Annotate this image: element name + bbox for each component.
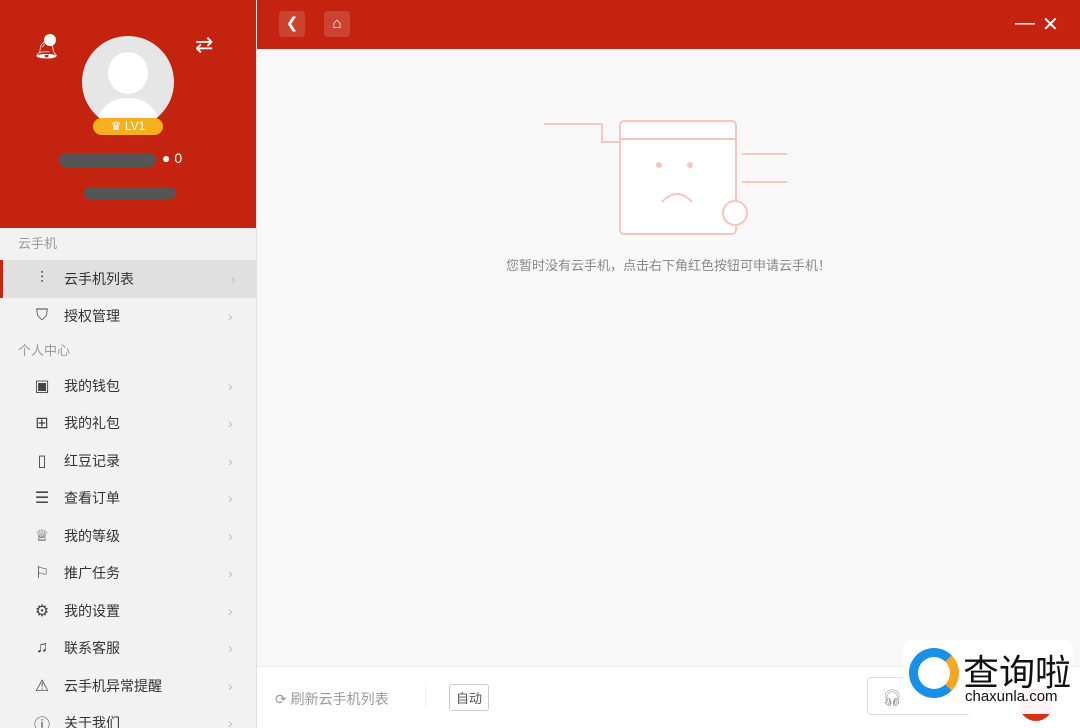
flag-icon: ⚐ <box>34 565 50 583</box>
section-personal-center: 个人中心 <box>18 343 71 358</box>
empty-illustration <box>544 120 787 235</box>
sidebar-item-label: 云手机列表 <box>64 270 134 287</box>
sidebar-item[interactable]: ⊞ 我的礼包 › <box>0 405 256 443</box>
sidebar-item[interactable]: ⫶ 云手机列表 › <box>0 260 256 298</box>
sidebar-item[interactable]: ▣ 我的钱包 › <box>0 367 256 405</box>
sidebar-item[interactable]: ▯ 红豆记录 › <box>0 442 256 480</box>
sidebar-item-label: 查看订单 <box>64 490 120 507</box>
chevron-right-icon: › <box>228 527 233 544</box>
chevron-right-icon: › <box>228 565 233 582</box>
title-bar: ❮ ⌂ — ✕ <box>257 0 1080 49</box>
sliders-icon: ⫶ <box>39 269 44 287</box>
profile-panel: 🔔︎ ⇄ ♛ LV1 ● 0 <box>0 0 256 228</box>
sidebar-item-label: 红豆记录 <box>64 452 120 469</box>
section-cloud-phone: 云手机 <box>18 236 58 251</box>
close-button[interactable]: ✕ <box>1042 12 1059 37</box>
sidebar-item-label: 推广任务 <box>64 565 120 582</box>
wallet-icon: ▣ <box>34 377 50 395</box>
sidebar-item[interactable]: ⚐ 推广任务 › <box>0 555 256 593</box>
sidebar-item[interactable]: ⚙ 我的设置 › <box>0 592 256 630</box>
minimize-button[interactable]: — <box>1015 12 1035 35</box>
sidebar-item[interactable]: ⚠ 云手机异常提醒 › <box>0 667 256 705</box>
user-id-redacted <box>84 187 176 199</box>
back-button[interactable]: ❮ <box>279 11 305 37</box>
avatar[interactable] <box>82 36 174 128</box>
sidebar-item-label: 授权管理 <box>64 308 120 325</box>
sidebar-item-label: 我的钱包 <box>64 377 120 394</box>
watermark: 查询啦 chaxunla.com <box>903 640 1073 714</box>
crown-icon: ♕ <box>34 527 50 545</box>
sidebar-item-label: 我的礼包 <box>64 415 120 432</box>
chevron-right-icon: › <box>228 308 233 325</box>
sidebar-item-label: 我的设置 <box>64 602 120 619</box>
bell-icon[interactable]: 🔔︎ <box>34 34 59 60</box>
home-button[interactable]: ⌂ <box>324 11 350 37</box>
sidebar-item-label: 云手机异常提醒 <box>64 677 162 694</box>
shield-icon: ⛉ <box>35 307 48 325</box>
sidebar-item[interactable]: ⛉ 授权管理 › <box>0 298 256 336</box>
empty-message: 您暂时没有云手机，点击右下角红色按钮可申请云手机！ <box>505 258 831 273</box>
chevron-right-icon: › <box>228 490 233 507</box>
level-badge: ♛ LV1 <box>93 118 163 135</box>
gear-icon: ⚙ <box>34 602 50 620</box>
chevron-right-icon: › <box>228 377 233 394</box>
sidebar-item[interactable]: ♕ 我的等级 › <box>0 517 256 555</box>
auto-toggle[interactable]: 自动 <box>449 684 490 711</box>
record-icon: ▯ <box>37 452 47 470</box>
sidebar-item-label: 联系客服 <box>64 640 120 657</box>
refresh-list-button[interactable]: ⟳ 刷新云手机列表 <box>275 689 389 709</box>
info-icon: ⓘ <box>33 717 50 728</box>
chevron-right-icon: › <box>228 602 233 619</box>
chevron-right-icon: › <box>228 415 233 432</box>
sidebar-item[interactable]: ♫ 联系客服 › <box>0 630 256 668</box>
order-icon: ☰ <box>34 490 50 508</box>
sidebar-item[interactable]: ☰ 查看订单 › <box>0 480 256 518</box>
warning-icon: ⚠ <box>34 677 50 695</box>
switch-icon[interactable]: ⇄ <box>195 32 213 58</box>
chevron-right-icon: › <box>228 677 233 694</box>
gift-icon: ⊞ <box>35 415 49 433</box>
sidebar-item[interactable]: ⓘ 关于我们 › <box>0 705 256 728</box>
chevron-right-icon: › <box>228 452 233 469</box>
content-area: 您暂时没有云手机，点击右下角红色按钮可申请云手机！ <box>257 49 1080 666</box>
headset-icon: 🎧︎ <box>882 690 903 707</box>
sidebar-item-label: 关于我们 <box>64 715 120 728</box>
username-redacted <box>59 153 156 167</box>
headset-icon: ♫ <box>36 639 48 657</box>
chevron-right-icon: › <box>228 640 233 657</box>
sidebar: 🔔︎ ⇄ ♛ LV1 ● 0 云手机 ⫶ 云手机列表 › ⛉ 授权管理 › 个人中心 ▣ 我… <box>0 0 257 728</box>
chevron-right-icon: › <box>231 270 236 287</box>
bean-count: ● 0 <box>162 150 183 166</box>
sidebar-item-label: 我的等级 <box>64 527 120 544</box>
chevron-right-icon: › <box>228 715 233 728</box>
